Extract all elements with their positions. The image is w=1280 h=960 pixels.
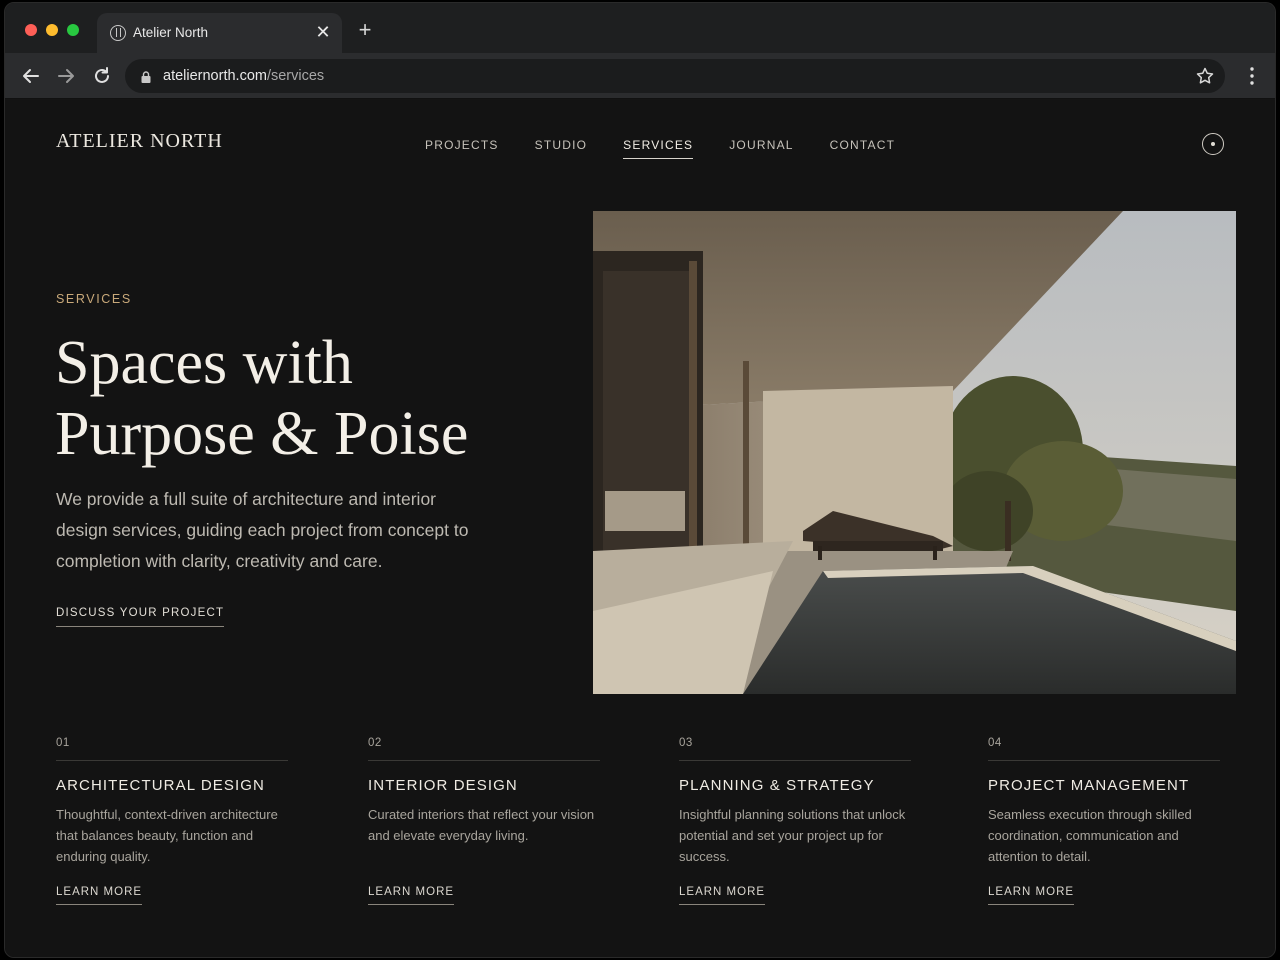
new-tab-button[interactable]: + — [353, 19, 377, 43]
minimize-window-button[interactable] — [46, 24, 58, 36]
nav-link-projects[interactable]: PROJECTS — [425, 138, 499, 159]
service-card-project-management: 04 PROJECT MANAGEMENT Seamless execution… — [988, 737, 1220, 905]
menu-circle-icon[interactable] — [1202, 133, 1224, 155]
maximize-window-button[interactable] — [67, 24, 79, 36]
nav-link-studio[interactable]: STUDIO — [535, 138, 588, 159]
main-navigation: PROJECTS STUDIO SERVICES JOURNAL CONTACT — [425, 138, 931, 159]
site-logo[interactable]: ATELIER NORTH — [56, 130, 223, 153]
hero-title: Spaces with Purpose & Poise — [55, 328, 575, 470]
reload-icon[interactable] — [91, 65, 113, 87]
nav-link-services[interactable]: SERVICES — [623, 138, 694, 159]
service-title: PLANNING & STRATEGY — [679, 777, 875, 794]
forward-arrow-icon[interactable] — [55, 65, 77, 87]
hero-description: We provide a full suite of architecture … — [56, 489, 469, 571]
service-title: PROJECT MANAGEMENT — [988, 777, 1190, 794]
learn-more-link[interactable]: LEARN MORE — [56, 886, 143, 905]
service-description: Seamless execution through skilled coord… — [988, 807, 1192, 864]
favicon-icon — [110, 25, 126, 41]
hero-title-line1: Spaces with — [55, 329, 353, 397]
service-description: Insightful planning solutions that unloc… — [679, 807, 906, 864]
service-number: 03 — [679, 737, 911, 761]
service-number: 02 — [368, 737, 600, 761]
service-card-interior-design: 02 INTERIOR DESIGN Curated interiors tha… — [368, 737, 600, 905]
nav-link-contact[interactable]: CONTACT — [830, 138, 896, 159]
close-window-button[interactable] — [25, 24, 37, 36]
tab-title: Atelier North — [133, 25, 209, 40]
lock-icon — [141, 70, 151, 83]
web-page: ATELIER NORTH PROJECTS STUDIO SERVICES J… — [5, 100, 1275, 957]
service-description: Curated interiors that reflect your visi… — [368, 807, 595, 843]
hero-title-line2: Purpose & Poise — [55, 400, 469, 468]
nav-link-journal[interactable]: JOURNAL — [729, 138, 793, 159]
tab-close-icon[interactable]: ✕ — [312, 21, 334, 43]
browser-window: Atelier North ✕ + ateliernorth.com/servi… — [4, 2, 1276, 958]
service-number: 04 — [988, 737, 1220, 761]
hero-image — [593, 211, 1236, 694]
url-domain: ateliernorth.com — [163, 68, 267, 84]
url-path: /services — [266, 68, 325, 84]
tab-strip: Atelier North ✕ + — [5, 3, 1275, 53]
browser-menu-icon[interactable] — [1249, 66, 1255, 86]
service-card-planning-strategy: 03 PLANNING & STRATEGY Insightful planni… — [679, 737, 911, 905]
service-title: ARCHITECTURAL DESIGN — [56, 777, 265, 794]
hero-eyebrow: SERVICES — [56, 292, 132, 306]
back-arrow-icon[interactable] — [20, 65, 42, 87]
learn-more-link[interactable]: LEARN MORE — [679, 886, 766, 905]
browser-toolbar: ateliernorth.com/services — [5, 53, 1275, 99]
url-text: ateliernorth.com/services — [163, 68, 324, 84]
learn-more-link[interactable]: LEARN MORE — [988, 886, 1075, 905]
service-description: Thoughtful, context-driven architecture … — [56, 807, 278, 864]
service-card-architectural-design: 01 ARCHITECTURAL DESIGN Thoughtful, cont… — [56, 737, 288, 905]
service-number: 01 — [56, 737, 288, 761]
discuss-project-link[interactable]: DISCUSS YOUR PROJECT — [56, 607, 225, 627]
learn-more-link[interactable]: LEARN MORE — [368, 886, 455, 905]
address-bar[interactable]: ateliernorth.com/services — [125, 59, 1225, 93]
bookmark-star-icon[interactable] — [1195, 66, 1215, 86]
service-title: INTERIOR DESIGN — [368, 777, 518, 794]
browser-tab[interactable]: Atelier North ✕ — [97, 13, 342, 53]
